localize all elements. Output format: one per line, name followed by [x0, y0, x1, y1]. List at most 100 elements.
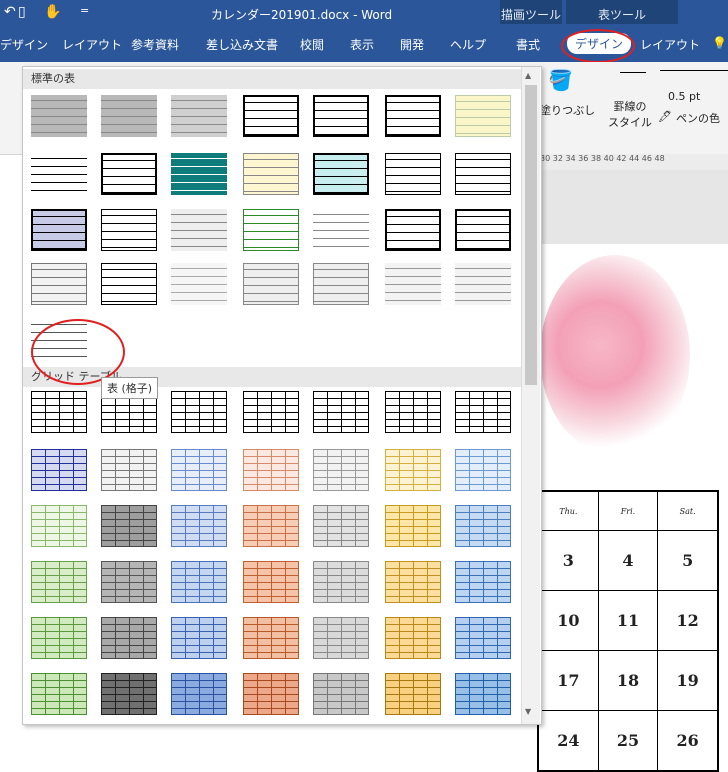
- table-style-option[interactable]: [171, 153, 227, 195]
- table-style-option[interactable]: [243, 263, 299, 305]
- table-style-option[interactable]: [313, 95, 369, 137]
- grid-table-style-option[interactable]: [313, 673, 369, 715]
- highlight-oval-grid-style: [31, 319, 125, 385]
- grid-table-style-option[interactable]: [31, 391, 87, 433]
- grid-table-style-option[interactable]: [385, 617, 441, 659]
- tab-references[interactable]: 参考資料: [131, 36, 179, 53]
- grid-table-style-option[interactable]: [243, 561, 299, 603]
- table-style-option[interactable]: [455, 95, 511, 137]
- tab-table-layout[interactable]: レイアウト: [640, 36, 700, 53]
- table-style-option[interactable]: [385, 153, 441, 195]
- table-style-option[interactable]: [385, 95, 441, 137]
- grid-table-style-option[interactable]: [171, 617, 227, 659]
- grid-table-style-option[interactable]: [101, 449, 157, 491]
- table-style-option[interactable]: [101, 95, 157, 137]
- grid-table-style-option[interactable]: [171, 391, 227, 433]
- grid-table-style-option[interactable]: [171, 449, 227, 491]
- grid-table-style-option[interactable]: [455, 561, 511, 603]
- table-style-option[interactable]: [243, 95, 299, 137]
- grid-table-style-option[interactable]: [31, 617, 87, 659]
- new-document-icon[interactable]: ▯: [18, 4, 26, 20]
- table-style-option[interactable]: [243, 209, 299, 251]
- table-style-option[interactable]: [101, 153, 157, 195]
- grid-table-style-option[interactable]: [171, 505, 227, 547]
- table-style-option[interactable]: [313, 209, 369, 251]
- tab-layout-doc[interactable]: レイアウト: [62, 36, 122, 53]
- grid-table-style-option[interactable]: [243, 673, 299, 715]
- grid-table-style-option[interactable]: [101, 617, 157, 659]
- tab-developer[interactable]: 開発: [400, 36, 424, 53]
- grid-table-style-option[interactable]: [101, 505, 157, 547]
- table-style-option[interactable]: [31, 263, 87, 305]
- table-style-option[interactable]: [313, 153, 369, 195]
- grid-table-style-option[interactable]: [385, 505, 441, 547]
- shading-icon[interactable]: 🪣: [548, 68, 573, 92]
- table-style-option[interactable]: [171, 209, 227, 251]
- table-style-option[interactable]: [385, 263, 441, 305]
- tab-format[interactable]: 書式: [516, 36, 540, 53]
- tell-me-icon[interactable]: 💡: [712, 36, 727, 50]
- scroll-up-icon[interactable]: ▲: [525, 71, 531, 80]
- grid-table-style-option[interactable]: [243, 617, 299, 659]
- table-style-option[interactable]: [171, 263, 227, 305]
- table-tools-label: 表ツール: [566, 0, 678, 24]
- undo-icon[interactable]: ↶: [4, 4, 16, 20]
- grid-table-style-option[interactable]: [31, 449, 87, 491]
- grid-table-style-option[interactable]: [101, 673, 157, 715]
- pen-width-dropdown[interactable]: 0.5 pt: [668, 90, 700, 103]
- table-style-option[interactable]: [243, 153, 299, 195]
- calendar-table[interactable]: Thu. Fri. Sat. 3 4 5 10 11 12 17 18 19 2…: [537, 490, 719, 772]
- section-header-plain-tables: 標準の表: [23, 69, 521, 89]
- grid-table-style-option[interactable]: [385, 673, 441, 715]
- grid-table-style-option[interactable]: [455, 505, 511, 547]
- tab-mailings[interactable]: 差し込み文書: [206, 36, 278, 53]
- grid-table-style-option[interactable]: [171, 673, 227, 715]
- table-style-option[interactable]: [455, 263, 511, 305]
- gallery-scrollbar[interactable]: ▲ ▼: [521, 67, 540, 724]
- grid-table-style-option[interactable]: [455, 673, 511, 715]
- ruler: 30 32 34 36 38 40 42 44 46 48: [540, 154, 728, 170]
- table-style-option[interactable]: [385, 209, 441, 251]
- grid-table-style-option[interactable]: [385, 561, 441, 603]
- grid-table-style-option[interactable]: [31, 505, 87, 547]
- grid-table-style-option[interactable]: [31, 561, 87, 603]
- grid-table-style-option[interactable]: [455, 449, 511, 491]
- border-style-button[interactable]: 罫線の スタイル: [608, 98, 652, 130]
- plum-blossom-image: [540, 255, 690, 455]
- grid-table-style-option[interactable]: [243, 449, 299, 491]
- table-style-option[interactable]: [171, 95, 227, 137]
- grid-table-style-option[interactable]: [313, 505, 369, 547]
- tab-help[interactable]: ヘルプ: [450, 36, 486, 53]
- grid-table-style-option[interactable]: [455, 617, 511, 659]
- grid-table-style-option[interactable]: [243, 505, 299, 547]
- grid-table-style-option[interactable]: [313, 561, 369, 603]
- table-style-option[interactable]: [31, 95, 87, 137]
- table-style-option[interactable]: [31, 153, 87, 195]
- grid-table-style-option[interactable]: [385, 391, 441, 433]
- table-style-option[interactable]: [101, 263, 157, 305]
- table-style-option[interactable]: [31, 209, 87, 251]
- table-style-option[interactable]: [455, 153, 511, 195]
- grid-table-style-option[interactable]: [313, 391, 369, 433]
- grid-table-style-option[interactable]: [31, 673, 87, 715]
- touch-mode-icon[interactable]: ✋: [44, 4, 61, 20]
- tab-review[interactable]: 校閲: [300, 36, 324, 53]
- table-style-option[interactable]: [313, 263, 369, 305]
- scroll-thumb[interactable]: [525, 85, 537, 385]
- grid-table-style-option[interactable]: [101, 561, 157, 603]
- customize-toolbar-icon[interactable]: =: [80, 4, 89, 17]
- grid-table-style-option[interactable]: [243, 391, 299, 433]
- grid-table-style-option[interactable]: [313, 449, 369, 491]
- pen-color-icon[interactable]: 🖊: [658, 110, 672, 123]
- grid-table-style-option[interactable]: [171, 561, 227, 603]
- shading-button[interactable]: 塗りつぶし: [540, 102, 595, 118]
- grid-table-style-option[interactable]: [313, 617, 369, 659]
- grid-table-style-option[interactable]: [455, 391, 511, 433]
- tab-design-doc[interactable]: デザイン: [0, 36, 48, 53]
- grid-table-style-option[interactable]: [385, 449, 441, 491]
- tab-view[interactable]: 表示: [350, 36, 374, 53]
- pen-color-button[interactable]: ペンの色: [676, 110, 720, 126]
- table-style-option[interactable]: [455, 209, 511, 251]
- table-style-option[interactable]: [101, 209, 157, 251]
- scroll-down-icon[interactable]: ▼: [525, 707, 531, 716]
